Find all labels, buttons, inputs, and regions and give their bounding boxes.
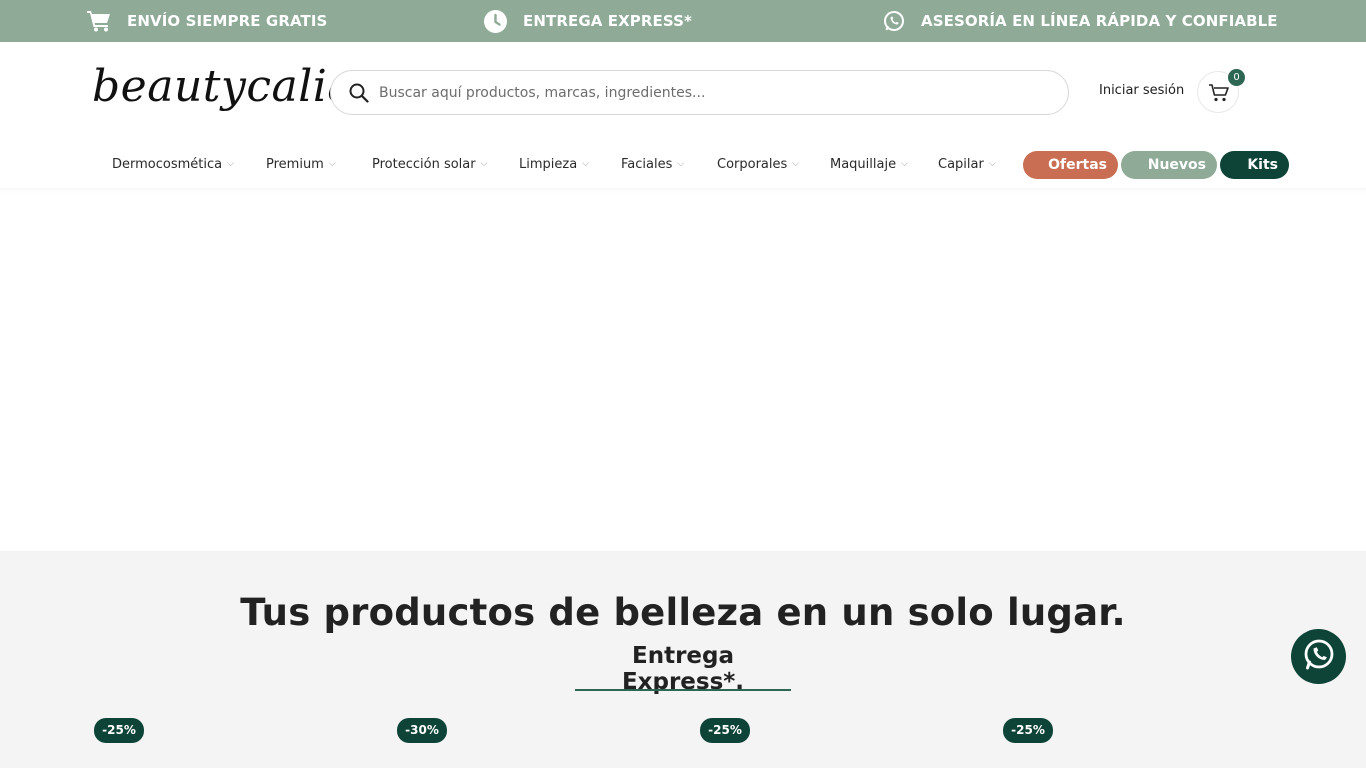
search-bar[interactable] xyxy=(330,70,1069,115)
nav-item-maquillaje[interactable]: Maquillaje ⌵ xyxy=(830,150,908,178)
nav-item-limpieza[interactable]: Limpieza ⌵ xyxy=(519,150,589,178)
express-delivery-notice: ENTREGA EXPRESS* xyxy=(484,0,692,42)
section-subtitle: Entrega Express*. xyxy=(621,643,745,695)
ofertas-button[interactable]: Ofertas xyxy=(1023,151,1118,179)
free-shipping-label: ENVÍO SIEMPRE GRATIS xyxy=(127,12,328,30)
nuevos-label: Nuevos xyxy=(1147,157,1206,173)
subtitle-underline xyxy=(575,689,791,691)
nav-item-label: Corporales xyxy=(717,156,788,172)
chevron-down-icon: ⌵ xyxy=(227,159,234,169)
nav-item-label: Faciales xyxy=(621,156,673,172)
chevron-down-icon: ⌵ xyxy=(901,159,908,169)
ofertas-label: Ofertas xyxy=(1048,157,1107,173)
chevron-down-icon: ⌵ xyxy=(480,159,488,169)
online-advice-label: ASESORÍA EN LÍNEA RÁPIDA Y CONFIABLE xyxy=(921,12,1278,30)
express-delivery-label: ENTREGA EXPRESS* xyxy=(523,12,692,30)
nav-item-label: Protección solar xyxy=(372,156,476,172)
nuevos-button[interactable]: Nuevos xyxy=(1121,151,1217,179)
nav-item-dermocosmetica[interactable]: Dermocosmética ⌵ xyxy=(112,150,234,178)
nav-item-faciales[interactable]: Faciales ⌵ xyxy=(621,150,684,178)
nav-item-label: Premium xyxy=(266,156,324,172)
beautycalia-logo[interactable]: beautycalia xyxy=(92,56,354,122)
section-title: Tus productos de belleza en un solo luga… xyxy=(240,591,1126,634)
online-advice-notice: ASESORÍA EN LÍNEA RÁPIDA Y CONFIABLE xyxy=(883,0,1278,42)
chevron-down-icon: ⌵ xyxy=(582,159,589,169)
nav-item-label: Maquillaje xyxy=(830,156,897,172)
chevron-down-icon: ⌵ xyxy=(988,159,996,169)
discount-badge: -25% xyxy=(94,718,144,743)
login-link[interactable]: Iniciar sesión xyxy=(1099,83,1184,98)
products-section: Tus productos de belleza en un solo luga… xyxy=(0,551,1366,768)
cart-icon xyxy=(87,10,111,32)
discount-badge: -25% xyxy=(1003,718,1053,743)
nav-item-proteccion-solar[interactable]: Protección solar ⌵ xyxy=(372,150,487,178)
main-nav: Dermocosmética ⌵ Premium ⌵ Protección sola… xyxy=(0,150,1366,180)
chevron-down-icon: ⌵ xyxy=(328,159,336,169)
hero-banner-area xyxy=(0,188,1366,551)
nav-item-capilar[interactable]: Capilar ⌵ xyxy=(938,150,996,178)
discount-badge: -30% xyxy=(397,718,447,743)
whatsapp-icon xyxy=(883,10,905,32)
search-input[interactable] xyxy=(379,79,1039,106)
cart-count-badge: 0 xyxy=(1228,69,1245,86)
logo-text: beautycalia xyxy=(92,61,355,112)
top-announcement-bar: ENVÍO SIEMPRE GRATIS ENTREGA EXPRESS* AS… xyxy=(0,0,1366,42)
search-icon[interactable] xyxy=(349,83,369,107)
clock-icon xyxy=(484,9,507,33)
whatsapp-icon xyxy=(1302,638,1336,676)
nav-item-premium[interactable]: Premium ⌵ xyxy=(266,150,336,178)
nav-item-label: Limpieza xyxy=(519,156,578,172)
free-shipping-notice: ENVÍO SIEMPRE GRATIS xyxy=(87,0,327,42)
nav-item-corporales[interactable]: Corporales ⌵ xyxy=(717,150,799,178)
kits-button[interactable]: Kits xyxy=(1220,151,1289,179)
discount-badge: -25% xyxy=(700,718,750,743)
nav-item-label: Dermocosmética xyxy=(112,156,223,172)
nav-item-label: Capilar xyxy=(938,156,984,172)
chevron-down-icon: ⌵ xyxy=(792,159,800,169)
whatsapp-chat-button[interactable] xyxy=(1291,629,1346,684)
kits-label: Kits xyxy=(1247,157,1278,173)
chevron-down-icon: ⌵ xyxy=(677,159,685,169)
shopping-cart-icon xyxy=(1208,83,1230,107)
